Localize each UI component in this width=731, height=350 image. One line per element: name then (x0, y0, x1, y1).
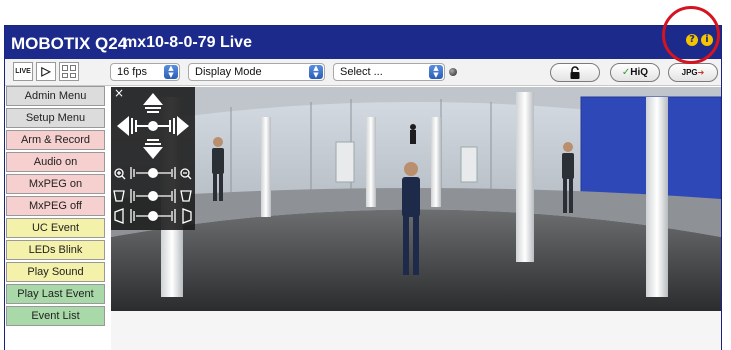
sidebar-item-play-last-event[interactable]: Play Last Event (6, 284, 105, 304)
display-mode-value: Display Mode (195, 66, 262, 78)
grid-icon-cell (70, 65, 76, 71)
live-video-view[interactable]: × (111, 87, 721, 311)
multiview-grid-button[interactable] (59, 62, 79, 81)
select-arrow-icon: ▲ ▼ (164, 65, 178, 79)
display-mode-select[interactable]: Display Mode ▲ ▼ (188, 63, 325, 81)
hiq-button[interactable]: ✓HiQ (610, 63, 660, 82)
action-select[interactable]: Select ... ▲ ▼ (333, 63, 445, 81)
select-arrow-icon: ▲ ▼ (429, 65, 443, 79)
fps-select[interactable]: 16 fps ▲ ▼ (110, 63, 180, 81)
status-dot-icon[interactable] (449, 68, 457, 76)
app-frame: MOBOTIX Q24 mx10-8-0-79 Live ? i LIVE ▷ … (4, 25, 722, 350)
sidebar-item-audio-on[interactable]: Audio on (6, 152, 105, 172)
jpg-export-button[interactable]: JPG➜ (668, 63, 718, 82)
sidebar: Admin Menu Setup Menu Arm & Record Audio… (5, 86, 106, 328)
fps-select-value: 16 fps (117, 66, 147, 78)
sidebar-item-play-sound[interactable]: Play Sound (6, 262, 105, 282)
sidebar-item-admin-menu[interactable]: Admin Menu (6, 86, 105, 106)
hiq-label: HiQ (630, 67, 649, 78)
help-icon[interactable]: ? (686, 34, 698, 46)
sidebar-item-uc-event[interactable]: UC Event (6, 218, 105, 238)
camera-live-page: MOBOTIX Q24 mx10-8-0-79 Live ? i LIVE ▷ … (0, 0, 731, 350)
title-icon-group: ? i (686, 34, 713, 46)
grid-icon-cell (70, 72, 76, 78)
info-icon[interactable]: i (701, 34, 713, 46)
close-icon[interactable]: × (114, 87, 124, 100)
sidebar-item-mxpeg-off[interactable]: MxPEG off (6, 196, 105, 216)
grid-icon (62, 65, 68, 71)
toolbar: LIVE ▷ 16 fps ▲ ▼ Display Mode ▲ ▼ Select … (5, 59, 721, 86)
play-icon: ▷ (41, 64, 51, 78)
jpg-label: JPG (681, 68, 698, 77)
sidebar-item-mxpeg-on[interactable]: MxPEG on (6, 174, 105, 194)
panorama-image (111, 87, 721, 311)
sidebar-item-setup-menu[interactable]: Setup Menu (6, 108, 105, 128)
select-arrow-icon: ▲ ▼ (309, 65, 323, 79)
grid-icon-cell (62, 72, 68, 78)
camera-name: mx10-8-0-79 Live (123, 34, 252, 51)
brand-title: MOBOTIX Q24 (11, 34, 128, 53)
export-arrow-icon: ➜ (697, 68, 705, 77)
unlock-icon (570, 66, 580, 79)
live-view-button[interactable]: LIVE (13, 62, 33, 81)
unlock-button[interactable] (550, 63, 600, 82)
sidebar-item-arm-record[interactable]: Arm & Record (6, 130, 105, 150)
ptz-control-panel: × (111, 87, 195, 230)
action-select-value: Select ... (340, 66, 383, 78)
ptz-controls-icon (113, 93, 192, 224)
play-button[interactable]: ▷ (36, 62, 56, 81)
title-bar: MOBOTIX Q24 mx10-8-0-79 Live ? i (5, 26, 721, 59)
video-footer-area (111, 311, 721, 350)
sidebar-item-leds-blink[interactable]: LEDs Blink (6, 240, 105, 260)
sidebar-item-event-list[interactable]: Event List (6, 306, 105, 326)
